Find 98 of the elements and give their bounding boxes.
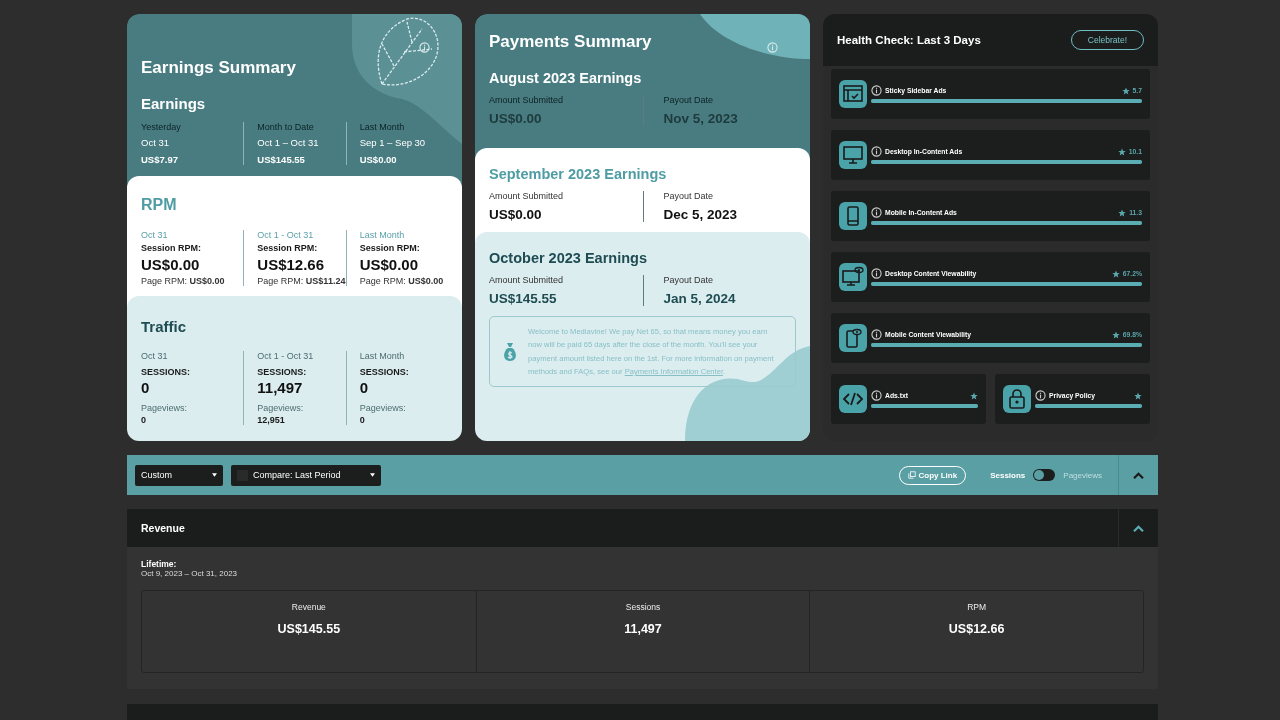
caret-icon xyxy=(370,473,375,477)
page-rpm-text: Page RPM: US$0.00 xyxy=(141,276,225,286)
earnings-value: US$0.00 xyxy=(359,154,397,165)
panel-title: Revenue xyxy=(141,522,186,534)
payout-label: Payout Date xyxy=(663,275,714,285)
rpm-value: US$0.00 xyxy=(359,256,419,273)
star-icon xyxy=(1111,269,1120,278)
page-rpm-text: Page RPM: US$0.00 xyxy=(359,276,444,286)
payout-date: Dec 5, 2023 xyxy=(663,207,738,222)
pageviews-label: Pageviews: xyxy=(141,403,188,413)
copy-icon xyxy=(907,471,916,479)
lock-icon xyxy=(1003,385,1031,413)
period-label: Yesterday xyxy=(141,122,181,132)
amount-value: US$145.55 xyxy=(489,291,557,306)
info-icon[interactable] xyxy=(871,207,882,218)
mobile-icon xyxy=(839,202,867,230)
period-label: Oct 31 xyxy=(141,230,168,240)
date-range: Oct 31 xyxy=(141,137,169,148)
amount-label: Amount Submitted xyxy=(489,95,564,105)
info-icon[interactable] xyxy=(871,329,882,340)
section-title: Earnings xyxy=(141,95,207,112)
payout-label: Payout Date xyxy=(663,95,714,105)
metric-toggle[interactable] xyxy=(1033,469,1056,481)
period-label: Last Month xyxy=(359,351,405,361)
pageviews-label: Pageviews: xyxy=(257,403,304,413)
amount-label: Amount Submitted xyxy=(489,275,564,285)
money-bag-icon xyxy=(502,341,518,362)
period-label: Month to Date xyxy=(257,122,314,132)
toggle-label[interactable]: Pageviews xyxy=(1063,470,1102,480)
pageviews-value: 12,951 xyxy=(257,415,285,425)
stat-value: 11,497 xyxy=(624,622,662,636)
pageviews-value: 0 xyxy=(359,415,365,425)
date-range: Oct 1 – Oct 31 xyxy=(257,137,319,148)
stat-label: RPM xyxy=(967,602,987,612)
star-icon xyxy=(970,391,978,400)
rpm-value: US$0.00 xyxy=(141,256,200,273)
desktop-view-icon xyxy=(839,263,867,291)
sessions-value: 0 xyxy=(359,379,368,396)
amount-label: Amount Submitted xyxy=(489,191,564,201)
chevron-up-icon xyxy=(1132,470,1145,480)
period-label: Oct 31 xyxy=(141,351,168,361)
section-title: October 2023 Earnings xyxy=(489,250,648,266)
compare-dropdown[interactable]: Compare: Last Period xyxy=(231,464,381,486)
section-title: August 2023 Earnings xyxy=(489,70,643,86)
desktop-icon xyxy=(839,141,867,169)
section-title: September 2023 Earnings xyxy=(489,166,668,182)
info-icon[interactable] xyxy=(871,146,882,157)
star-icon xyxy=(1121,86,1130,95)
section-title: Traffic xyxy=(141,318,187,335)
mobile-view-icon xyxy=(839,324,867,352)
info-icon[interactable] xyxy=(871,268,882,279)
pageviews-label: Pageviews: xyxy=(359,403,406,413)
star-icon xyxy=(1117,147,1126,156)
amount-value: US$0.00 xyxy=(489,111,542,126)
page-rpm-text: Page RPM: US$11.24 xyxy=(257,276,346,286)
lifetime-label: Lifetime: xyxy=(141,559,178,569)
code-icon xyxy=(839,385,867,413)
star-icon xyxy=(1111,330,1120,339)
metric-label: SESSIONS: xyxy=(141,367,190,377)
metric-label: SESSIONS: xyxy=(359,367,409,377)
toggle-label[interactable]: Sessions xyxy=(990,470,1026,480)
payout-label: Payout Date xyxy=(663,191,714,201)
info-icon[interactable] xyxy=(871,85,882,96)
stat-label: Sessions xyxy=(625,602,661,612)
info-icon[interactable] xyxy=(871,390,882,401)
stat-value: US$12.66 xyxy=(948,622,1005,636)
payout-date: Nov 5, 2023 xyxy=(663,111,738,126)
date-range-dropdown[interactable]: Custom xyxy=(135,464,223,486)
pageviews-value: 0 xyxy=(141,415,146,425)
metric-label: SESSIONS: xyxy=(257,367,307,377)
date-range: Sep 1 – Sep 30 xyxy=(359,137,426,148)
info-icon[interactable] xyxy=(1035,390,1046,401)
sidebar-icon xyxy=(839,80,867,108)
card-title: Payments Summary xyxy=(489,32,652,52)
card-title: Health Check: Last 3 Days xyxy=(837,34,981,46)
sessions-value: 11,497 xyxy=(257,379,303,396)
metric-label: Session RPM: xyxy=(257,243,318,253)
amount-value: US$0.00 xyxy=(489,207,542,222)
stat-value: US$145.55 xyxy=(277,622,341,636)
star-icon xyxy=(1118,208,1127,217)
payout-date: Jan 5, 2024 xyxy=(663,291,736,306)
stat-label: Revenue xyxy=(291,602,326,612)
metric-label: Session RPM: xyxy=(359,243,420,253)
metric-label: Session RPM: xyxy=(141,243,201,253)
period-label: Oct 1 - Oct 31 xyxy=(257,351,314,361)
period-label: Last Month xyxy=(359,122,405,132)
chevron-up-icon xyxy=(1132,523,1145,533)
earnings-value: US$7.97 xyxy=(141,154,178,165)
sessions-value: 0 xyxy=(141,379,150,396)
caret-icon xyxy=(212,473,217,477)
lifetime-range: Oct 9, 2023 – Oct 31, 2023 xyxy=(141,569,239,578)
star-icon xyxy=(1134,391,1142,400)
period-label: Oct 1 - Oct 31 xyxy=(257,230,314,240)
earnings-value: US$145.55 xyxy=(257,154,305,165)
rpm-value: US$12.66 xyxy=(257,256,325,273)
period-label: Last Month xyxy=(359,230,405,240)
card-title: Earnings Summary xyxy=(141,58,296,78)
section-title: RPM xyxy=(141,196,178,214)
